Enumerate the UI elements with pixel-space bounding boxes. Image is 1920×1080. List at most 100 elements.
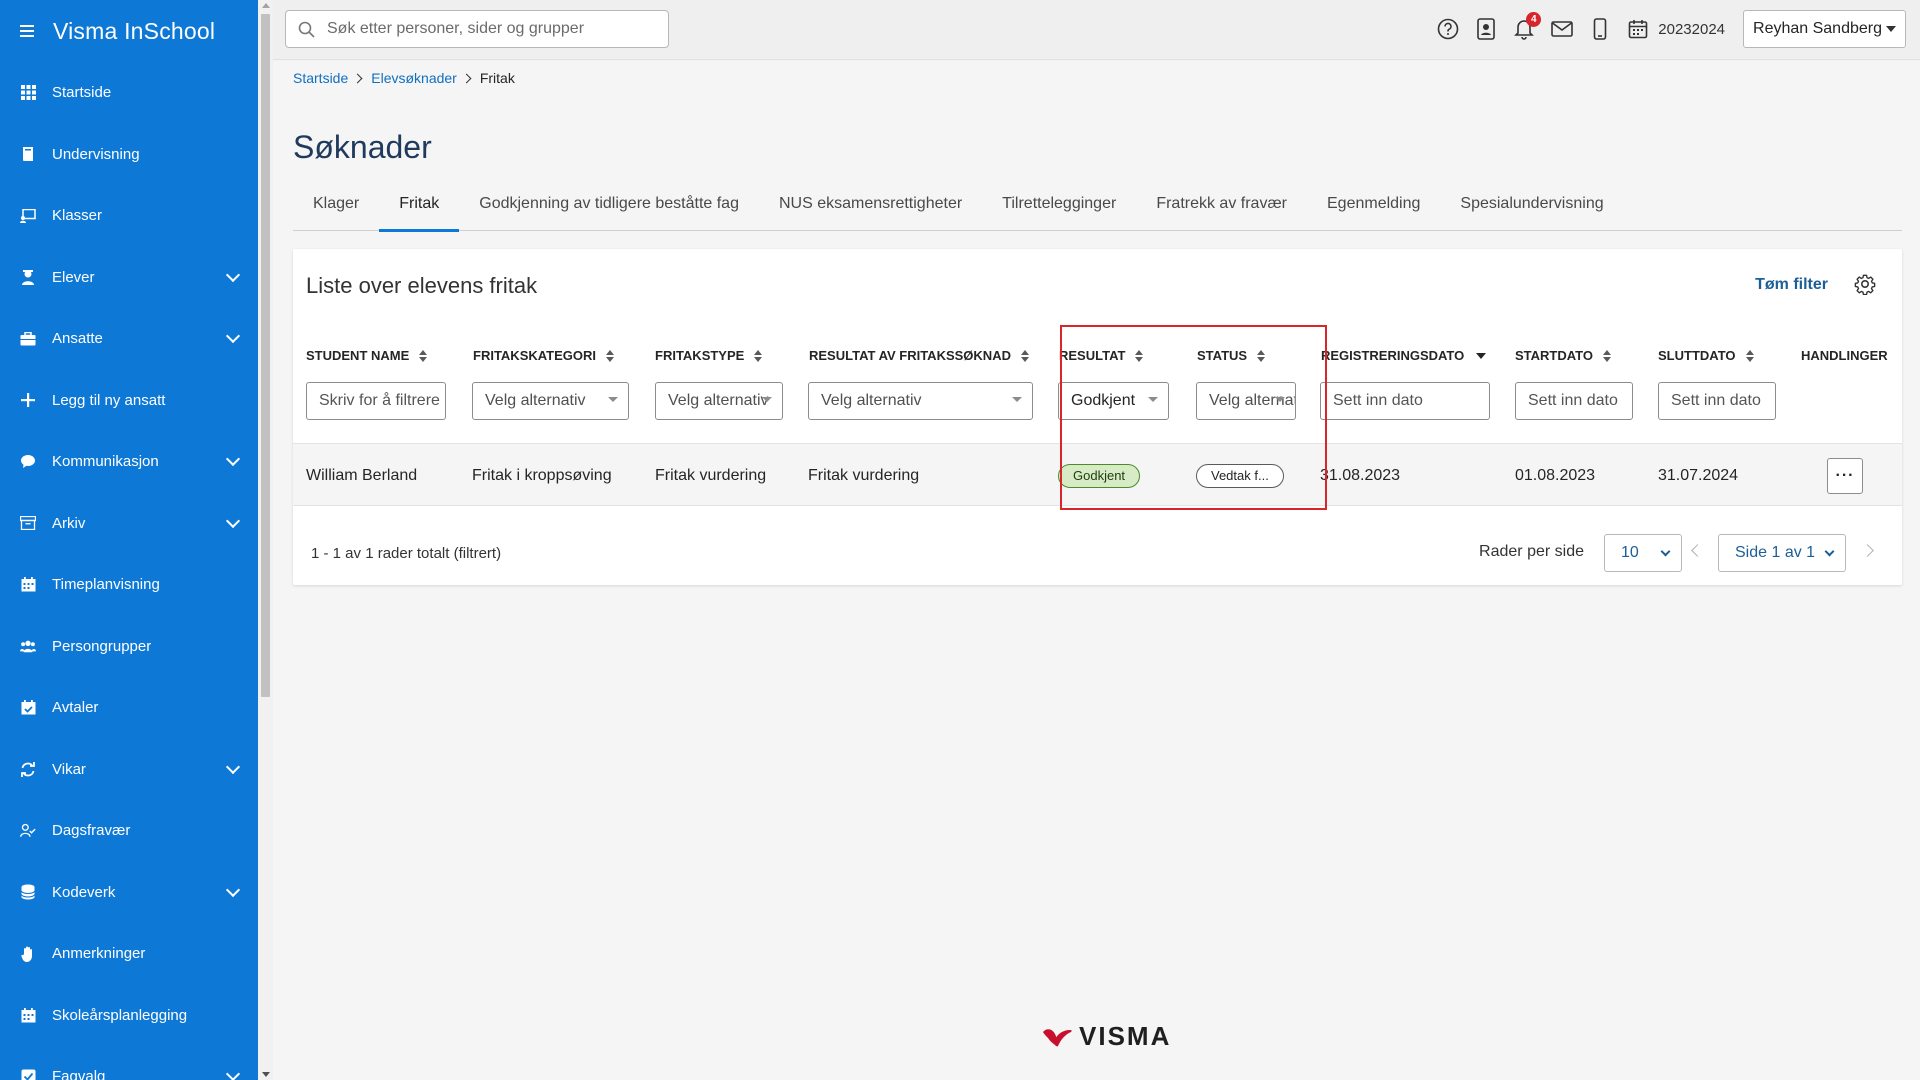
column-header-status[interactable]: Status [1197, 348, 1266, 363]
startdato-filter-input[interactable] [1528, 392, 1632, 410]
sidebar-item-skolearsplanlegging[interactable]: Skoleårsplanlegging [0, 985, 258, 1047]
sidebar-item-startside[interactable]: Startside [0, 62, 258, 124]
tab-1[interactable]: Klager [293, 177, 379, 231]
cell-status: Vedtak f... [1196, 444, 1284, 507]
sidebar-item-dagsfravaer[interactable]: Dagsfravær [0, 800, 258, 862]
breadcrumb-startside[interactable]: Startside [293, 70, 348, 86]
tab-7[interactable]: Egenmelding [1307, 177, 1440, 231]
sort-descending-icon [1476, 352, 1487, 359]
column-header-student-name[interactable]: Student name [306, 348, 428, 363]
chat-icon [20, 454, 36, 470]
registreringsdato-filter[interactable] [1320, 382, 1490, 420]
sidebar-scrollbar[interactable] [258, 0, 273, 1080]
registreringsdato-filter-input[interactable] [1333, 392, 1489, 410]
contact-card-icon[interactable] [1474, 17, 1498, 41]
sidebar-item-label: Klasser [52, 207, 103, 225]
menu-icon[interactable] [20, 25, 34, 37]
sluttdato-filter-input[interactable] [1671, 392, 1775, 410]
chevron-down-icon [225, 267, 241, 282]
sidebar-item-legg-til-ny-ansatt[interactable]: Legg til ny ansatt [0, 370, 258, 432]
startdato-filter[interactable] [1515, 382, 1633, 420]
mobile-icon[interactable] [1588, 17, 1612, 41]
rows-per-page-select[interactable]: 10 [1604, 534, 1682, 572]
column-header-startdato[interactable]: Startdato [1515, 348, 1611, 363]
search-box[interactable] [285, 10, 669, 48]
top-icons: 4 20232024 Reyhan Sandberg [1422, 10, 1906, 48]
tab-4[interactable]: NUS eksamensrettigheter [759, 177, 982, 231]
sort-icon [1135, 349, 1144, 362]
prev-page-icon[interactable] [1691, 544, 1704, 557]
sidebar-item-kodeverk[interactable]: Kodeverk [0, 862, 258, 924]
help-icon[interactable] [1436, 17, 1460, 41]
scroll-up-icon[interactable] [262, 3, 270, 8]
fritakskategori-filter[interactable]: Velg alternativ [472, 382, 629, 420]
chevron-down-icon [1824, 546, 1835, 557]
scroll-down-icon[interactable] [262, 1072, 270, 1077]
breadcrumb-elevsoknader[interactable]: Elevsøknader [371, 70, 457, 86]
sidebar-item-persongrupper[interactable]: Persongrupper [0, 616, 258, 678]
column-header-fritakstype[interactable]: Fritakstype [655, 348, 763, 363]
student-name-filter-input[interactable] [319, 392, 445, 410]
tab-6[interactable]: Fratrekk av fravær [1136, 177, 1307, 231]
sidebar-item-undervisning[interactable]: Undervisning [0, 124, 258, 186]
sidebar-item-kommunikasjon[interactable]: Kommunikasjon [0, 431, 258, 493]
column-header-resultat[interactable]: Resultat [1059, 348, 1144, 363]
student-name-filter[interactable] [306, 382, 446, 420]
mail-icon[interactable] [1550, 17, 1574, 41]
sidebar-item-arkiv[interactable]: Arkiv [0, 493, 258, 555]
column-header-registreringsdato[interactable]: Registreringsdato [1321, 348, 1487, 363]
sidebar-item-label: Kommunikasjon [52, 453, 159, 471]
gear-icon[interactable] [1854, 273, 1876, 295]
user-name: Reyhan Sandberg [1753, 20, 1882, 37]
cell-fritakskategori: Fritak i kroppsøving [472, 466, 612, 484]
student-icon [20, 269, 36, 286]
next-page-icon[interactable] [1861, 544, 1874, 557]
sort-icon [606, 349, 615, 362]
more-actions-button[interactable]: ··· [1827, 457, 1863, 494]
sidebar-item-label: Undervisning [52, 145, 140, 163]
chevron-down-icon [225, 1067, 241, 1080]
page-select[interactable]: Side 1 av 1 [1718, 534, 1846, 572]
column-header-sluttdato[interactable]: Sluttdato [1658, 348, 1754, 363]
sort-icon [1745, 349, 1754, 362]
user-menu[interactable]: Reyhan Sandberg [1743, 10, 1906, 48]
calendar-icon[interactable] [1626, 17, 1650, 41]
sluttdato-filter[interactable] [1658, 382, 1776, 420]
dropdown-arrow-icon [1012, 397, 1022, 402]
resultat-filter[interactable]: Godkjent [1058, 382, 1169, 420]
hand-icon [20, 946, 36, 962]
school-year[interactable]: 20232024 [1658, 21, 1725, 38]
cell-actions: ··· [1827, 444, 1863, 507]
sidebar-item-fagvalg[interactable]: Fagvalg [0, 1046, 258, 1080]
sidebar-item-ansatte[interactable]: Ansatte [0, 308, 258, 370]
clear-filter-button[interactable]: Tøm filter [1755, 276, 1828, 294]
tab-8[interactable]: Spesialundervisning [1440, 177, 1623, 231]
sidebar-item-avtaler[interactable]: Avtaler [0, 677, 258, 739]
tab-3[interactable]: Godkjenning av tidligere beståtte fag [459, 177, 759, 231]
fritakstype-filter[interactable]: Velg alternativ [655, 382, 783, 420]
sort-icon [1603, 349, 1611, 362]
sidebar-item-vikar[interactable]: Vikar [0, 739, 258, 801]
chevron-down-icon [1660, 546, 1671, 557]
resultat-av-soknad-filter[interactable]: Velg alternativ [808, 382, 1033, 420]
chevron-down-icon [225, 882, 241, 897]
notification-bell-icon[interactable]: 4 [1512, 12, 1542, 41]
user-check-icon [20, 823, 36, 839]
table-row[interactable]: William Berland Fritak i kroppsøving Fri… [293, 443, 1902, 506]
search-icon [298, 21, 315, 38]
status-filter[interactable]: Velg alternativ [1196, 382, 1296, 420]
sidebar-item-timeplanvisning[interactable]: Timeplanvisning [0, 554, 258, 616]
sidebar-item-elever[interactable]: Elever [0, 247, 258, 309]
sidebar-item-anmerkninger[interactable]: Anmerkninger [0, 923, 258, 985]
calendar-icon [20, 1007, 36, 1023]
scrollbar-thumb[interactable] [261, 14, 270, 697]
column-header-fritakskategori[interactable]: Fritakskategori [473, 348, 615, 363]
sidebar-item-label: Dagsfravær [52, 822, 131, 840]
rows-per-page-label: Rader per side [1479, 543, 1584, 560]
tab-2[interactable]: Fritak [379, 177, 460, 232]
sort-icon [1020, 349, 1029, 362]
column-header-resultat-av-fritakssoknad[interactable]: Resultat av fritakssøknad [809, 348, 1029, 363]
search-input[interactable] [327, 20, 657, 38]
tab-5[interactable]: Tilrettelegginger [982, 177, 1136, 231]
sidebar-item-klasser[interactable]: Klasser [0, 185, 258, 247]
